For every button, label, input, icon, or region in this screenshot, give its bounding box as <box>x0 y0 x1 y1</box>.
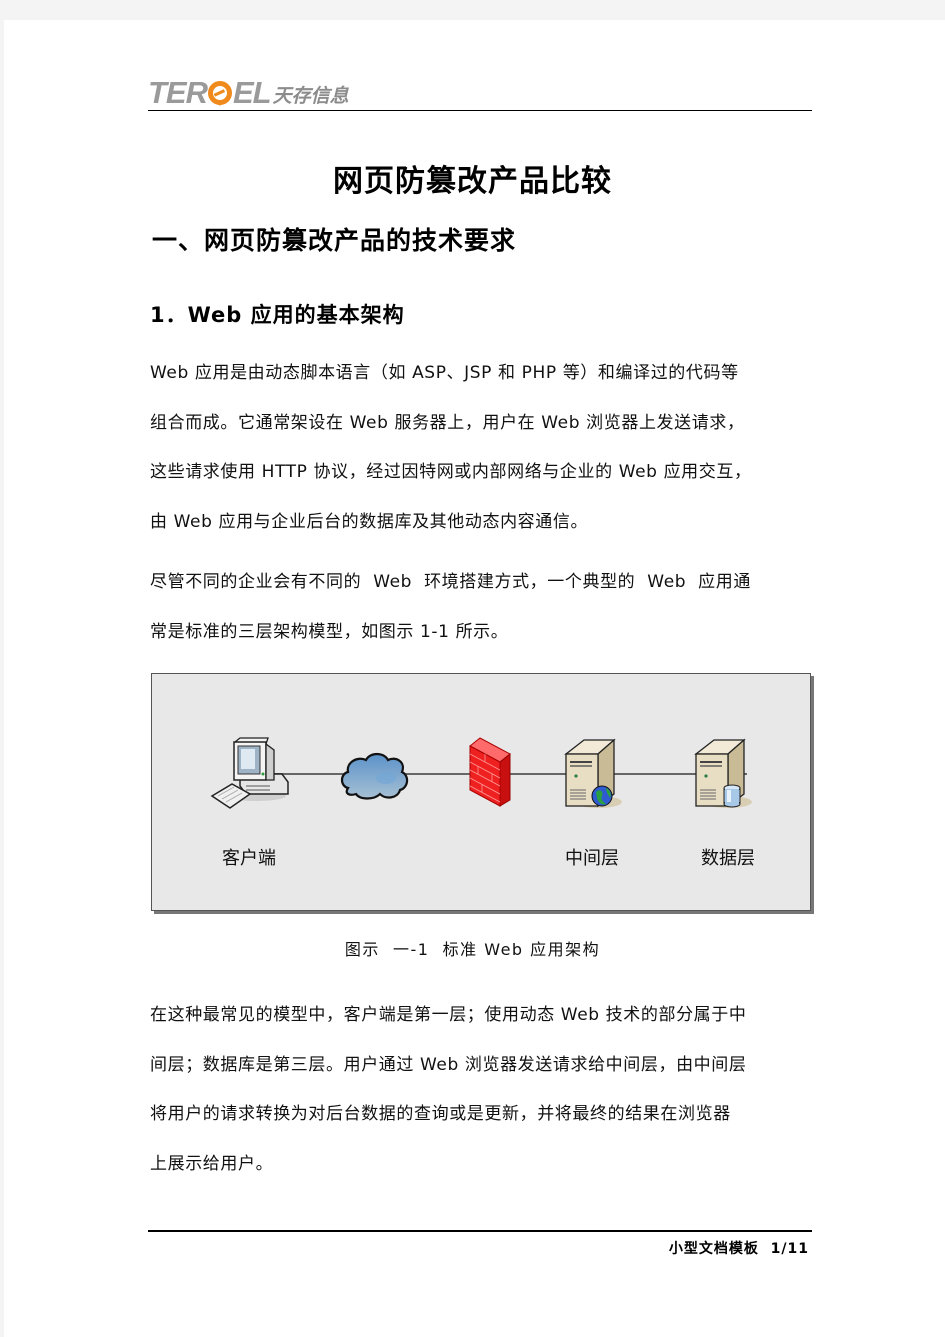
paragraph-line: 上展示给用户。 <box>150 1153 274 1174</box>
paragraph-line: 常是标准的三层架构模型，如图示 1-1 所示。 <box>150 621 509 642</box>
paragraph-line: 由 Web 应用与企业后台的数据库及其他动态内容通信。 <box>150 511 589 532</box>
figure-caption: 图示 一-1 标准 Web 应用架构 <box>344 940 601 959</box>
tercel-logo: TER EL 天存信息 <box>148 75 349 110</box>
architecture-diagram: 客户端 中间层 数据层 <box>151 673 811 911</box>
client-label: 客户端 <box>222 848 276 869</box>
middle-tier-label: 中间层 <box>565 848 619 869</box>
document-title: 网页防篡改产品比较 <box>333 164 612 199</box>
logo-text-right: EL <box>233 75 272 110</box>
footer-divider <box>148 1230 812 1232</box>
internet-cloud-icon <box>338 748 410 802</box>
paragraph-line: Web 应用是由动态脚本语言（如 ASP、JSP 和 PHP 等）和编译过的代码… <box>150 363 739 383</box>
paragraph-architecture: 尽管不同的企业会有不同的 Web 环境搭建方式，一个典型的 Web 应用通 常是… <box>150 558 812 657</box>
database-server-icon <box>694 736 754 812</box>
paragraph-line: 将用户的请求转换为对后台数据的查询或是更新，并将最终的结果在浏览器 <box>150 1104 731 1124</box>
subsection-heading: 1．Web 应用的基本架构 <box>150 303 405 327</box>
data-tier-label: 数据层 <box>701 848 755 869</box>
client-computer-icon <box>210 736 292 814</box>
paragraph-line: 尽管不同的企业会有不同的 Web 环境搭建方式，一个典型的 Web 应用通 <box>150 572 751 592</box>
web-server-icon <box>564 736 624 812</box>
paragraph-line: 这些请求使用 HTTP 协议，经过因特网或内部网络与企业的 Web 应用交互， <box>150 462 752 482</box>
page-header: TER EL 天存信息 <box>148 75 812 111</box>
firewall-icon <box>468 736 512 808</box>
paragraph-line: 组合而成。它通常架设在 Web 服务器上，用户在 Web 浏览器上发送请求， <box>150 412 745 433</box>
logo-chinese-name: 天存信息 <box>272 85 349 107</box>
paragraph-model-explanation: 在这种最常见的模型中，客户端是第一层；使用动态 Web 技术的部分属于中 间层；… <box>150 991 812 1189</box>
paragraph-line: 在这种最常见的模型中，客户端是第一层；使用动态 Web 技术的部分属于中 <box>150 1005 747 1025</box>
paragraph-line: 间层；数据库是第三层。用户通过 Web 浏览器发送请求给中间层，由中间层 <box>150 1054 747 1075</box>
logo-c-mark-icon <box>208 81 232 105</box>
logo-text-left: TER <box>148 75 208 110</box>
section-heading: 一、网页防篡改产品的技术要求 <box>152 226 517 255</box>
page-indicator: 1/11 <box>770 1241 809 1257</box>
page-footer: 小型文档模板 1/11 <box>669 1238 809 1258</box>
template-name: 小型文档模板 <box>668 1241 759 1257</box>
paragraph-intro: Web 应用是由动态脚本语言（如 ASP、JSP 和 PHP 等）和编译过的代码… <box>150 349 812 547</box>
